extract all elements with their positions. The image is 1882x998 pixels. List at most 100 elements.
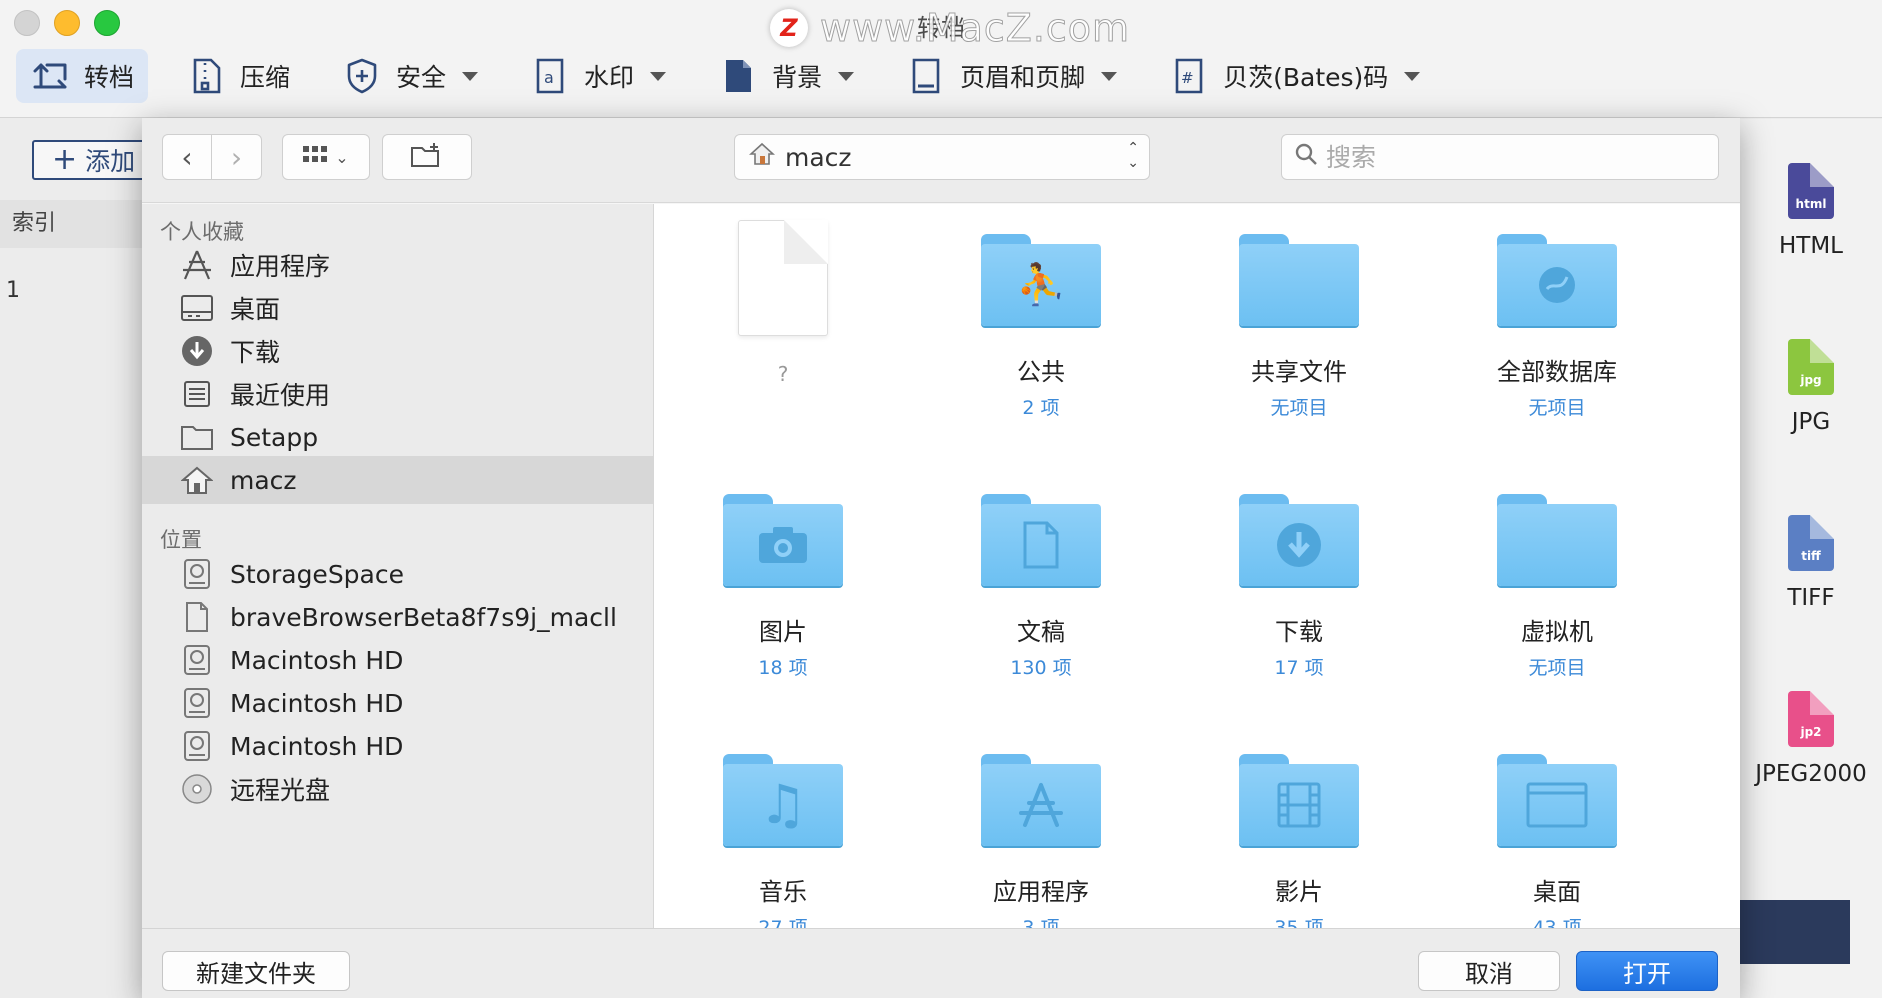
- file-item-count: 18 项: [758, 657, 808, 679]
- sidebar-item-setapp[interactable]: Setapp: [142, 413, 653, 461]
- folder-virtual-machines[interactable]: 虚拟机 无项目: [1432, 490, 1682, 680]
- applications-folder-icon: [981, 750, 1101, 850]
- new-folder-button[interactable]: 新建文件夹: [162, 951, 350, 991]
- folder-icon: [178, 418, 216, 456]
- file-item-count: 43 项: [1532, 917, 1582, 928]
- sidebar-item-macintosh-hd-1[interactable]: Macintosh HD: [142, 636, 653, 684]
- file-name: 全部数据库: [1497, 358, 1617, 386]
- sidebar-item-macintosh-hd-2[interactable]: Macintosh HD: [142, 679, 653, 727]
- background-icon: [718, 56, 758, 96]
- sidebar-item-downloads[interactable]: 下载: [142, 327, 653, 375]
- toolbar-convert-label: 转档: [84, 63, 135, 92]
- search-input[interactable]: [1326, 142, 1686, 172]
- sidebar-item-applications[interactable]: 应用程序: [142, 241, 653, 289]
- format-jpg[interactable]: jpg JPG: [1740, 339, 1882, 435]
- output-format-pane: html HTML jpg JPG tiff TIFF jp2 JPEG2000: [1740, 119, 1882, 998]
- file-name: 共享文件: [1251, 358, 1347, 386]
- sidebar-item-recents[interactable]: 最近使用: [142, 370, 653, 418]
- convert-action-button[interactable]: [1740, 900, 1850, 964]
- folder-desktop[interactable]: 桌面 43 项: [1432, 750, 1682, 928]
- format-html-label: HTML: [1778, 233, 1843, 259]
- file-item-count: 无项目: [1528, 657, 1586, 679]
- toolbar-compress-label: 压缩: [240, 63, 291, 92]
- toolbar-header-footer[interactable]: 页眉和页脚: [892, 49, 1131, 103]
- downloads-icon: [178, 332, 216, 370]
- file-name: 文稿: [1017, 618, 1065, 646]
- toolbar-background-label: 背景: [772, 63, 823, 92]
- sidebar-item-storagespace[interactable]: StorageSpace: [142, 550, 653, 598]
- sidebar-item-label: Macintosh HD: [230, 688, 404, 718]
- sidebar-item-desktop[interactable]: 桌面: [142, 284, 653, 332]
- forward-button[interactable]: ›: [212, 134, 262, 180]
- sidebar-item-label: StorageSpace: [230, 559, 404, 589]
- disk-icon: [178, 641, 216, 679]
- search-field[interactable]: [1281, 134, 1719, 180]
- index-row[interactable]: 1: [6, 278, 20, 303]
- format-tiff[interactable]: tiff TIFF: [1740, 515, 1882, 611]
- file-name: 音乐: [759, 878, 807, 906]
- folder-music[interactable]: ♫ 音乐 27 项: [658, 750, 908, 928]
- toolbar-compress[interactable]: 压缩: [172, 49, 304, 103]
- file-name: 图片: [759, 618, 807, 646]
- index-column-header[interactable]: 索引: [0, 200, 142, 248]
- file-item-count: 17 项: [1274, 657, 1324, 679]
- format-jpg-label: JPG: [1791, 409, 1831, 435]
- watermark-icon: a: [530, 56, 570, 96]
- folder-icon: [1239, 230, 1359, 330]
- chevron-down-icon: [462, 71, 479, 81]
- bates-number-icon: #: [1169, 56, 1209, 96]
- sidebar-item-label: 下载: [230, 338, 281, 367]
- desktop-folder-icon: [1497, 750, 1617, 850]
- public-folder-icon: ⛹: [981, 230, 1101, 330]
- folder-all-databases[interactable]: 全部数据库 无项目: [1432, 230, 1682, 420]
- music-folder-icon: ♫: [723, 750, 843, 850]
- folder-applications[interactable]: 应用程序 3 项: [916, 750, 1166, 928]
- toolbar-watermark[interactable]: a 水印: [516, 49, 680, 103]
- tiff-file-icon: tiff: [1788, 515, 1834, 571]
- file-list-pane: [0, 119, 142, 998]
- toolbar-background[interactable]: 背景: [704, 49, 868, 103]
- toolbar-bates[interactable]: # 贝茨(Bates)码: [1155, 49, 1434, 103]
- format-jpeg2000[interactable]: jp2 JPEG2000: [1740, 691, 1882, 787]
- movies-folder-icon: [1239, 750, 1359, 850]
- file-item-count: 2 项: [1022, 397, 1060, 419]
- chevron-down-icon: ⌄: [335, 147, 349, 167]
- open-button[interactable]: 打开: [1576, 951, 1718, 991]
- open-file-dialog: ‹ › ⌄ macz ⌃⌄ 个人收藏: [142, 118, 1740, 998]
- view-mode-button[interactable]: ⌄: [282, 134, 370, 180]
- dialog-footer: 新建文件夹 取消 打开: [142, 928, 1740, 998]
- folder-documents[interactable]: 文稿 130 项: [916, 490, 1166, 680]
- sidebar-item-macz[interactable]: macz: [142, 456, 653, 504]
- add-file-button[interactable]: + 添加: [32, 140, 152, 180]
- up-down-arrows-icon: ⌃ ⌄: [1127, 140, 1139, 171]
- sidebar-item-label: Macintosh HD: [230, 731, 404, 761]
- folder-pictures[interactable]: 图片 18 项: [658, 490, 908, 680]
- new-folder-toolbar-button[interactable]: [382, 134, 472, 180]
- back-button[interactable]: ‹: [162, 134, 212, 180]
- folder-movies[interactable]: 影片 35 项: [1174, 750, 1424, 928]
- sidebar-item-label: braveBrowserBeta8f7s9j_macll: [230, 602, 617, 632]
- toolbar-header-footer-label: 页眉和页脚: [960, 63, 1086, 92]
- sidebar-item-brave-volume[interactable]: braveBrowserBeta8f7s9j_macll: [142, 593, 653, 641]
- folder-downloads[interactable]: 下载 17 项: [1174, 490, 1424, 680]
- search-icon: [1294, 142, 1318, 172]
- toolbar-security[interactable]: 安全: [328, 49, 492, 103]
- file-item-count: 无项目: [1528, 397, 1586, 419]
- html-file-icon: html: [1788, 163, 1834, 219]
- disk-icon: [178, 727, 216, 765]
- file-name: 公共: [1017, 358, 1065, 386]
- location-popup[interactable]: macz ⌃ ⌄: [734, 134, 1150, 180]
- toolbar-convert[interactable]: 转档: [16, 49, 149, 103]
- jp2-file-icon: jp2: [1788, 691, 1834, 747]
- sidebar-item-remote-disc[interactable]: 远程光盘: [142, 765, 653, 813]
- folder-shared-files[interactable]: 共享文件 无项目: [1174, 230, 1424, 420]
- file-item-unknown[interactable]: ?: [658, 220, 908, 386]
- file-name: 虚拟机: [1521, 618, 1593, 646]
- svg-text:a: a: [544, 68, 554, 87]
- file-name: 应用程序: [993, 878, 1089, 906]
- downloads-folder-icon: [1239, 490, 1359, 590]
- sidebar-item-macintosh-hd-3[interactable]: Macintosh HD: [142, 722, 653, 770]
- format-html[interactable]: html HTML: [1740, 163, 1882, 259]
- folder-public[interactable]: ⛹ 公共 2 项: [916, 230, 1166, 420]
- cancel-button[interactable]: 取消: [1418, 951, 1560, 991]
